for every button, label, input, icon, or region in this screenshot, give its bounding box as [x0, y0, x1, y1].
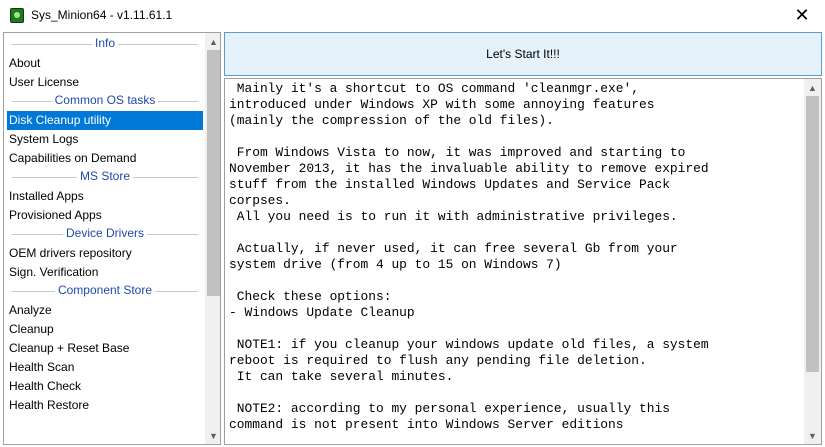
- section-header-label: Info: [91, 36, 118, 50]
- app-icon: [10, 8, 24, 23]
- description-text[interactable]: Mainly it's a shortcut to OS command 'cl…: [229, 81, 801, 444]
- section-header-label: Device Drivers: [62, 226, 147, 240]
- scroll-up-arrow-icon[interactable]: ▲: [205, 33, 220, 50]
- sidebar-item[interactable]: System Logs: [4, 130, 206, 149]
- sidebar-item[interactable]: User License: [4, 73, 206, 92]
- sidebar-item[interactable]: Health Check: [4, 377, 206, 396]
- sidebar-scroll-thumb[interactable]: [207, 50, 220, 296]
- sidebar-item[interactable]: Health Restore: [4, 396, 206, 415]
- sidebar-section-header: Component Store: [4, 281, 206, 300]
- close-button[interactable]: ✕: [779, 0, 825, 31]
- scroll-down-arrow-icon[interactable]: ▼: [804, 427, 821, 444]
- title-bar[interactable]: Sys_Minion64 - v1.11.61.1 ✕: [0, 0, 825, 31]
- description-panel: Mainly it's a shortcut to OS command 'cl…: [224, 78, 822, 445]
- sidebar-section-header: Device Drivers: [4, 224, 206, 243]
- scroll-up-arrow-icon[interactable]: ▲: [804, 79, 821, 96]
- description-scrollbar[interactable]: ▲ ▼: [804, 79, 821, 444]
- sidebar-item[interactable]: Sign. Verification: [4, 263, 206, 282]
- start-button[interactable]: Let's Start It!!!: [224, 32, 822, 76]
- sidebar-section-header: MS Store: [4, 167, 206, 186]
- section-header-label: Common OS tasks: [51, 93, 159, 107]
- scroll-down-arrow-icon[interactable]: ▼: [205, 427, 220, 444]
- sidebar-item[interactable]: About: [4, 54, 206, 73]
- sidebar-item[interactable]: Health Scan: [4, 358, 206, 377]
- sidebar-item[interactable]: Cleanup: [4, 320, 206, 339]
- sidebar-item[interactable]: Installed Apps: [4, 187, 206, 206]
- sidebar-item[interactable]: Provisioned Apps: [4, 206, 206, 225]
- sidebar-list: Info About User License Common OS tasks Disk…: [4, 33, 206, 444]
- sidebar-item[interactable]: Cleanup + Reset Base: [4, 339, 206, 358]
- section-header-label: Component Store: [54, 283, 156, 297]
- sidebar-item[interactable]: Disk Cleanup utility: [7, 111, 203, 130]
- description-scroll-thumb[interactable]: [806, 96, 819, 372]
- sidebar-item[interactable]: Capabilities on Demand: [4, 149, 206, 168]
- section-header-label: MS Store: [76, 169, 133, 183]
- sidebar-section-header: Common OS tasks: [4, 91, 206, 110]
- sidebar-section-header: Info: [4, 34, 206, 53]
- sidebar: Info About User License Common OS tasks Disk…: [3, 32, 221, 445]
- sidebar-scrollbar[interactable]: ▲ ▼: [205, 33, 220, 444]
- sidebar-item[interactable]: Analyze: [4, 301, 206, 320]
- sidebar-item[interactable]: OEM drivers repository: [4, 244, 206, 263]
- window-title: Sys_Minion64 - v1.11.61.1: [31, 8, 173, 22]
